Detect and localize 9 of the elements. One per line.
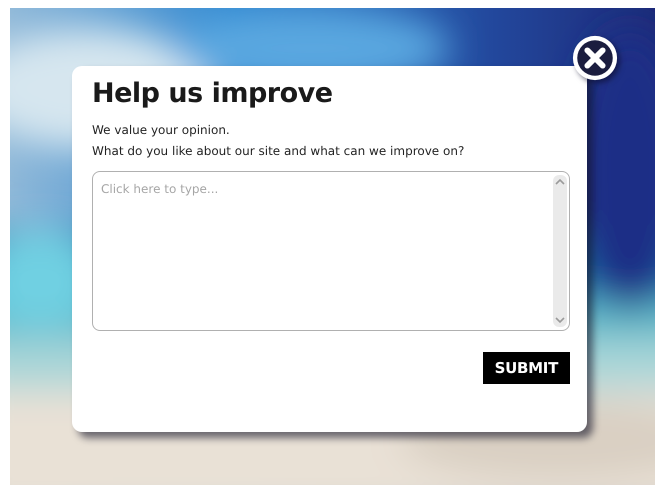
intro-text: What do you like about our site and what can we improve on?: [92, 144, 466, 158]
intro-text: We value your opinion.: [92, 123, 231, 137]
scrollbar[interactable]: [553, 175, 567, 327]
scroll-up-icon[interactable]: [554, 178, 566, 186]
scroll-down-icon[interactable]: [554, 316, 566, 324]
submit-button[interactable]: SUBMIT: [482, 352, 570, 384]
dialog-title: Help us improve: [92, 78, 334, 109]
feedback-field[interactable]: Click here to type...: [92, 171, 570, 331]
close-icon[interactable]: [571, 34, 619, 82]
